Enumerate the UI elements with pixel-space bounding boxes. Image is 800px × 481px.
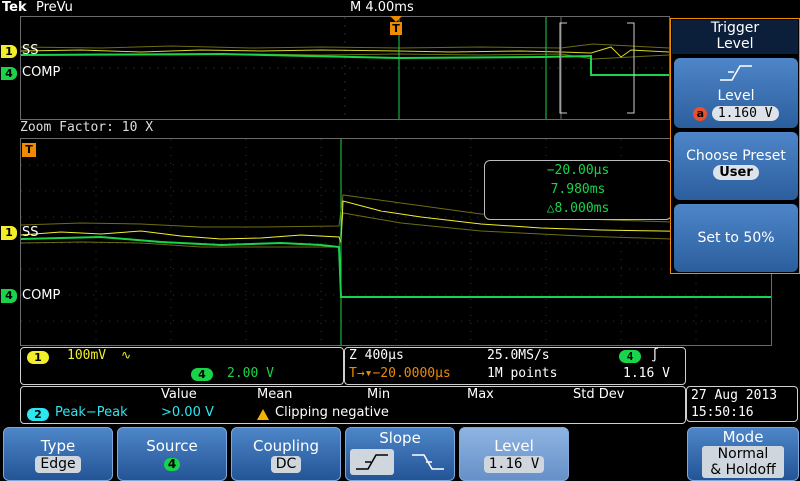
meas-warning: Clipping negative xyxy=(275,405,389,420)
set-to-50-button[interactable]: Set to 50% xyxy=(674,204,798,272)
trigger-level-button[interactable]: Level a 1.160 V xyxy=(674,58,798,128)
meas-name: Peak−Peak xyxy=(55,405,128,420)
zoom-ch4-marker[interactable]: 4 xyxy=(1,289,17,303)
rising-slope-icon xyxy=(356,454,388,470)
cursor-t1: −20.00µs xyxy=(546,163,610,178)
ch4-scale-badge: 4 xyxy=(191,368,213,381)
trigger-source-badge: 4 xyxy=(619,350,641,363)
meas-header-min: Min xyxy=(367,387,391,402)
side-menu-title: Trigger Level xyxy=(672,20,798,54)
trigger-position-icon[interactable]: T xyxy=(390,16,402,38)
coupling-button[interactable]: Coupling DC xyxy=(231,427,341,481)
zoom-time-per-div: Z 400µs xyxy=(349,348,404,363)
time-readout: 15:50:16 xyxy=(691,405,754,420)
cursor-readout: −20.00µs 7.980ms △8.000ms xyxy=(484,160,672,220)
warning-icon xyxy=(257,409,269,420)
falling-slope-option[interactable] xyxy=(406,449,450,475)
mode-holdoff-button[interactable]: Mode Normal & Holdoff xyxy=(687,427,799,481)
zoom-ch4-label: COMP xyxy=(22,288,61,303)
bandwidth-limit-icon: ∿ xyxy=(121,348,132,362)
type-label: Type xyxy=(40,437,76,455)
timebase-readout: M 4.00ms xyxy=(350,0,414,15)
ch1-label: SS xyxy=(22,43,39,58)
slope-label: Slope xyxy=(379,429,421,447)
trigger-type-button[interactable]: Type Edge xyxy=(3,427,113,481)
acquisition-mode: PreVu xyxy=(36,0,73,15)
level-button[interactable]: Level 1.16 V xyxy=(459,427,569,481)
overview-screen xyxy=(20,16,670,120)
meas-value: >0.00 V xyxy=(161,405,214,420)
rising-edge-icon xyxy=(720,65,752,81)
ch1-scale: 100mV xyxy=(67,348,107,363)
knob-a-badge: a xyxy=(693,107,708,121)
sample-rate: 25.0MS/s xyxy=(487,348,550,363)
horizontal-position: T→▾−20.0000µs xyxy=(349,366,451,381)
preset-value: User xyxy=(713,165,759,180)
ch4-marker[interactable]: 4 xyxy=(1,67,17,80)
status-bar xyxy=(0,0,668,16)
mode-value-line2: & Holdoff xyxy=(710,462,776,478)
timebase-panel[interactable]: Z 400µs 25.0MS/s 4 ∫ T→▾−20.0000µs 1M po… xyxy=(344,347,686,385)
preset-label: Choose Preset xyxy=(686,148,786,164)
brand-logo: Tek xyxy=(2,0,27,15)
slope-button[interactable]: Slope xyxy=(345,427,455,481)
level-bottom-value: 1.16 V xyxy=(483,456,545,473)
zoom-factor-label: Zoom Factor: 10 X xyxy=(20,120,154,135)
zoom-ch1-label: SS xyxy=(22,225,39,240)
coupling-value: DC xyxy=(270,456,302,473)
coupling-label: Coupling xyxy=(252,437,320,455)
date-readout: 27 Aug 2013 xyxy=(691,388,778,403)
channel-panel[interactable]: 1 100mV ∿ 4 2.00 V xyxy=(20,347,344,385)
type-value: Edge xyxy=(35,456,81,473)
measurement-panel[interactable]: Value Mean Min Max Std Dev 2 Peak−Peak >… xyxy=(20,386,686,424)
ch1-marker[interactable]: 1 xyxy=(1,45,17,58)
meas-header-stddev: Std Dev xyxy=(573,387,625,402)
trigger-source-button[interactable]: Source 4 xyxy=(117,427,227,481)
level-label: Level xyxy=(717,88,755,104)
source-label: Source xyxy=(146,437,198,455)
level-value: 1.160 V xyxy=(711,106,779,121)
trigger-level-readout: 1.16 V xyxy=(623,366,670,381)
falling-slope-icon xyxy=(412,454,444,470)
mode-label: Mode xyxy=(722,428,764,446)
meas-header-value: Value xyxy=(161,387,197,402)
meas-header-max: Max xyxy=(467,387,494,402)
record-length: 1M points xyxy=(487,366,558,381)
zoom-trigger-icon: T xyxy=(22,143,36,157)
ch4-scale: 2.00 V xyxy=(227,366,274,381)
mode-value-line1: Normal xyxy=(717,446,769,462)
cursor-t2: 7.980ms xyxy=(550,182,606,197)
datetime-panel: 27 Aug 2013 15:50:16 xyxy=(686,386,798,422)
zoom-ch1-marker[interactable]: 1 xyxy=(1,226,17,240)
ch4-label: COMP xyxy=(22,65,61,80)
cursor-delta: △8.000ms xyxy=(546,201,610,216)
level-bottom-label: Level xyxy=(494,437,534,455)
ch1-scale-badge: 1 xyxy=(27,351,49,364)
meas-channel-badge: 2 xyxy=(27,408,49,421)
source-value: 4 xyxy=(163,458,181,471)
rising-slope-option[interactable] xyxy=(350,449,394,475)
meas-header-mean: Mean xyxy=(257,387,293,402)
trigger-slope-icon: ∫ xyxy=(651,348,659,363)
choose-preset-button[interactable]: Choose Preset User xyxy=(674,132,798,200)
